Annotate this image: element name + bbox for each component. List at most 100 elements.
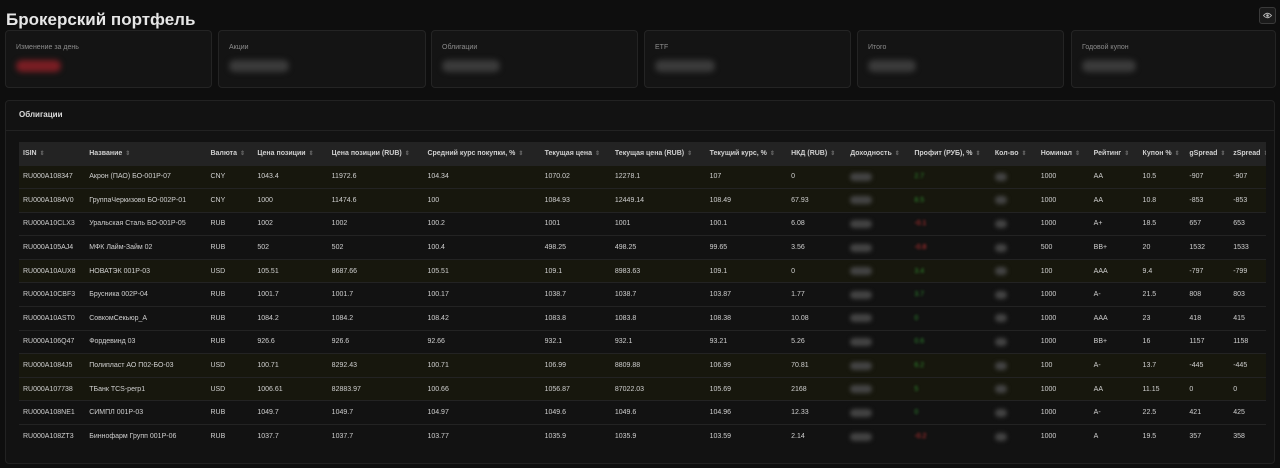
table-row[interactable]: RU000A1084V0 ГруппаЧеркизово БО-002Р-01 CN… [19, 188, 1266, 213]
hidden-value [994, 314, 1007, 323]
zspread-cell: 415 [1233, 314, 1245, 322]
table-row[interactable]: RU000A1084J5 Полипласт АО П02-БО-03 USD 100… [19, 353, 1266, 378]
sort-icon: ⇕ [1124, 150, 1130, 157]
position-price-rub-cell: 8687.66 [331, 267, 357, 275]
visibility-toggle-button[interactable] [1259, 7, 1276, 24]
profit-value: 0.6 [914, 338, 925, 346]
current-price-cell: 109.1 [544, 267, 563, 275]
column-header[interactable]: Купон % ⇕ [1139, 142, 1186, 165]
current-price-rub-cell: 1038.7 [614, 291, 637, 299]
column-header[interactable]: Кол-во ⇕ [991, 142, 1037, 165]
table-row[interactable]: RU000A107738 ТБанк TCS-perp1 USD 1006.61 828… [19, 377, 1266, 401]
currency-cell: CNY [210, 173, 226, 181]
table-row[interactable]: RU000A108347 Акрон (ПАО) БО-001Р-07 CNY 104… [19, 165, 1266, 189]
table-row[interactable]: RU000A105AJ4 МФК Лайм-Займ 02 RUB 502 502 100… [19, 235, 1266, 260]
nkd-cell: 12.33 [791, 409, 809, 417]
column-header[interactable]: Профит (РУБ), % ⇕ [910, 142, 990, 165]
card-value-hidden [1082, 60, 1136, 72]
profit-cell: -0.8 [910, 236, 990, 260]
table-row[interactable]: RU000A10AST0 СовкомСекьюр_А RUB 1084.2 1084.… [19, 306, 1266, 331]
position-price-rub-cell: 82883.97 [331, 385, 361, 393]
sort-icon: ⇕ [1263, 150, 1266, 157]
current-rate-cell: 103.87 [709, 291, 732, 299]
column-header[interactable]: gSpread ⇕ [1185, 142, 1229, 165]
column-header-label: Рейтинг [1093, 149, 1122, 157]
column-header[interactable]: Цена позиции ⇕ [253, 142, 327, 165]
bonds-table: ISIN ⇕ Название ⇕ Валюта ⇕ Цена позиции ⇕ Це… [19, 142, 1266, 448]
column-header[interactable]: Доходность ⇕ [846, 142, 910, 165]
currency-cell: RUB [210, 291, 226, 299]
current-price-cell: 1001 [544, 220, 561, 228]
column-header[interactable]: НКД (RUB) ⇕ [787, 142, 846, 165]
table-row[interactable]: RU000A108NE1 СИМПЛ 001Р-03 RUB 1049.7 1049.7… [19, 400, 1266, 425]
avg-buy-rate-cell: 100.66 [427, 385, 449, 393]
column-header[interactable]: ISIN ⇕ [19, 142, 85, 165]
profit-value: 3.7 [914, 291, 925, 299]
column-header[interactable]: Текущая цена ⇕ [541, 142, 611, 165]
bonds-panel: Облигации ISIN ⇕ Название ⇕ Валюта ⇕ Цена п… [5, 100, 1275, 464]
column-header[interactable]: Рейтинг ⇕ [1090, 142, 1139, 165]
sort-icon: ⇕ [975, 150, 981, 157]
hidden-value [850, 243, 873, 252]
table-row[interactable]: RU000A10AUX8 НОВАТЭК 001Р-03 USD 105.51 8687… [19, 259, 1266, 283]
hidden-value [850, 267, 873, 276]
nominal-cell: 100 [1040, 267, 1053, 275]
avg-buy-rate-cell: 100.4 [427, 244, 445, 252]
hidden-value [850, 432, 873, 441]
avg-buy-rate-cell: 104.34 [427, 173, 449, 181]
currency-cell: CNY [210, 196, 226, 204]
column-header[interactable]: Цена позиции (RUB) ⇕ [328, 142, 424, 165]
column-header-label: Валюта [210, 149, 237, 157]
rating-cell: BB+ [1093, 244, 1108, 252]
current-price-rub-cell: 1049.6 [614, 409, 637, 417]
nkd-cell: 10.08 [791, 314, 809, 322]
card-etf: ETF [644, 30, 851, 88]
profit-cell: -0.1 [910, 212, 990, 236]
table-row[interactable]: RU000A10CLX3 Уральская Сталь БО-001Р-05 RU… [19, 212, 1266, 236]
rating-cell: A- [1093, 291, 1101, 299]
column-header[interactable]: Средний курс покупки, % ⇕ [423, 142, 540, 165]
nominal-cell: 1000 [1040, 385, 1057, 393]
card-stocks: Акции [218, 30, 426, 88]
nominal-cell: 100 [1040, 362, 1053, 370]
profit-cell: 0 [910, 401, 990, 425]
yield-cell [846, 354, 910, 378]
column-header[interactable]: Текущий курс, % ⇕ [706, 142, 788, 165]
yield-cell [846, 330, 910, 354]
column-header[interactable]: Название ⇕ [85, 142, 206, 165]
column-header-label: Доходность [850, 149, 892, 157]
table-row[interactable]: RU000A106Q47 Фордевинд 03 RUB 926.6 926.6 92.… [19, 330, 1266, 354]
card-day-change: Изменение за день [5, 30, 212, 88]
gspread-cell: 357 [1189, 433, 1202, 441]
sort-icon: ⇕ [595, 150, 601, 157]
hidden-value [850, 196, 873, 205]
hidden-value [850, 172, 873, 181]
profit-cell: 0 [910, 307, 990, 331]
column-header[interactable]: Номинал ⇕ [1037, 142, 1090, 165]
page-title: Брокерский портфель [6, 10, 196, 29]
hidden-value [994, 243, 1007, 252]
column-header-label: НКД (RUB) [791, 149, 828, 157]
coupon-cell: 11.15 [1142, 385, 1160, 393]
current-price-cell: 106.99 [544, 362, 567, 370]
column-header-label: Название [89, 149, 123, 157]
hidden-value [994, 172, 1007, 181]
table-row[interactable]: RU000A10CBF3 Брусника 002Р-04 RUB 1001.7 100… [19, 282, 1266, 307]
position-price-rub-cell: 502 [331, 244, 344, 252]
table-row[interactable]: RU000A108ZT3 Биннофарм Групп 001Р-06 RUB 10… [19, 424, 1266, 449]
position-price-rub-cell: 1084.2 [331, 314, 354, 322]
yield-cell [846, 401, 910, 425]
quantity-cell [991, 425, 1037, 449]
column-header[interactable]: Текущая цена (RUB) ⇕ [611, 142, 706, 165]
current-price-cell: 1084.93 [544, 196, 570, 204]
column-header[interactable]: zSpread ⇕ [1229, 142, 1266, 165]
column-header[interactable]: Валюта ⇕ [206, 142, 253, 165]
yield-cell [846, 283, 910, 307]
current-rate-cell: 106.99 [709, 362, 732, 370]
profit-value: 6.2 [914, 362, 925, 370]
profit-value: -0.8 [914, 244, 927, 252]
current-rate-cell: 108.49 [709, 196, 732, 204]
current-price-cell: 1049.6 [544, 409, 567, 417]
rating-cell: BB+ [1093, 338, 1108, 346]
coupon-cell: 13.7 [1142, 362, 1157, 370]
